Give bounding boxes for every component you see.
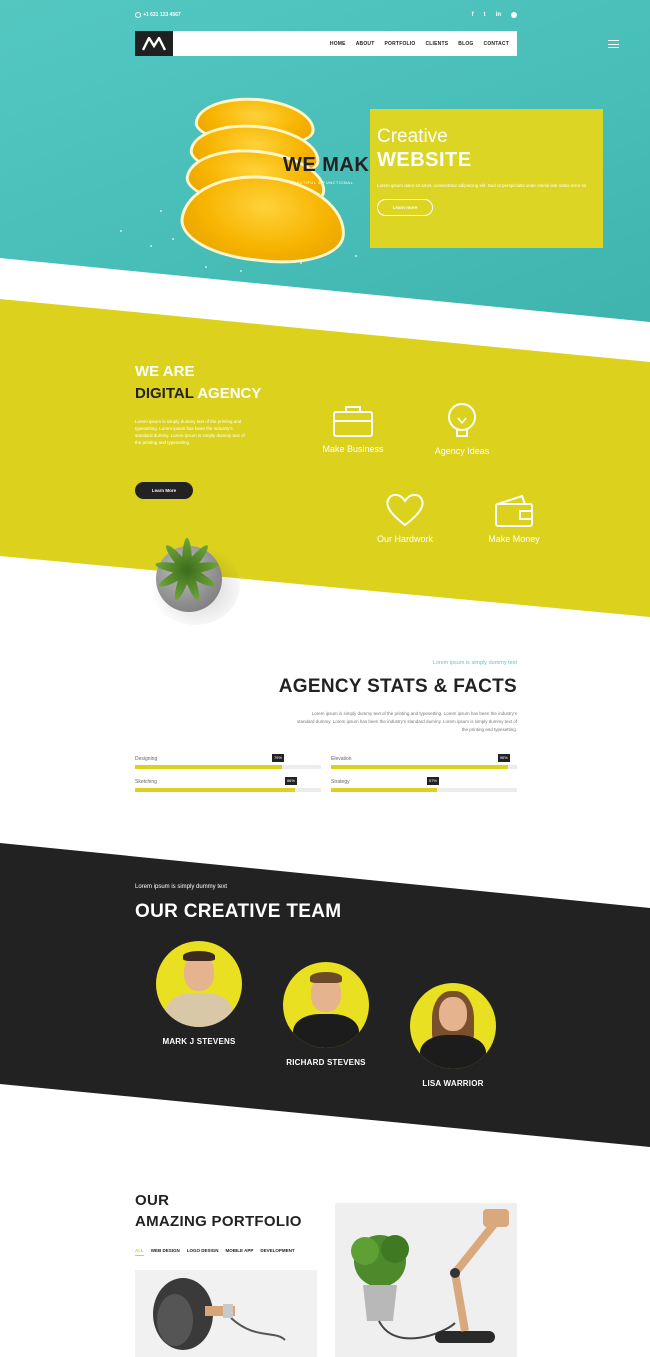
linkedin-icon[interactable]: in [496,12,501,18]
page: +1 631 123 4567 f t in HOME ABOUT PORTFO… [0,0,650,1357]
member-name: LISA WARRIOR [422,1079,484,1088]
nav-home[interactable]: HOME [330,41,346,47]
nav-menu: HOME ABOUT PORTFOLIO CLIENTS BLOG CONTAC… [330,41,517,47]
avatar [283,962,369,1048]
hero-website: WEBSITE [377,149,472,171]
feature-label: Make Money [488,534,540,544]
tab-all[interactable]: ALL [135,1248,144,1256]
progress-label: Strategy [331,779,350,785]
progress-fill [135,765,282,769]
nav-about[interactable]: ABOUT [356,41,375,47]
agency-background [0,299,650,617]
navbar: HOME ABOUT PORTFOLIO CLIENTS BLOG CONTAC… [135,31,517,56]
progress-track: 95% [331,754,517,769]
feature-agency-ideas: Agency Ideas [422,402,502,456]
member-name: MARK J STEVENS [162,1037,236,1046]
progress-track: 57% [331,777,517,792]
phone-icon [135,12,141,18]
nav-blog[interactable]: BLOG [458,41,473,47]
hero-we-make: WE MAKE [283,154,384,176]
social-links: f t in [472,12,517,18]
progress-label: Designing [135,756,158,762]
plant-lamp-image [351,1209,509,1343]
agency-heading-digital: DIGITAL [135,385,194,402]
progress-track: 79% [135,754,321,769]
lamp-image [153,1278,286,1350]
portfolio-item-plant[interactable] [335,1203,517,1357]
twitter-icon[interactable]: t [484,12,486,18]
facebook-icon[interactable]: f [472,12,474,18]
logo[interactable] [135,31,173,56]
agency-description: Lorem ipsum is simply dummy text of the … [135,419,245,445]
progress-value: 95% [497,754,510,762]
feature-make-money: Make Money [474,494,554,544]
team-kicker: Lorem ipsum is simply dummy text [135,884,228,890]
progress-fill [135,788,295,792]
portfolio-item-lamp[interactable] [135,1270,317,1357]
hero-learn-more-button[interactable]: Learn more [377,199,433,216]
feature-make-business: Make Business [313,404,393,454]
progress-value: 79% [271,754,284,762]
portfolio-heading-line1: OUR [135,1192,170,1209]
lightbulb-icon [448,403,476,437]
hero-creative: Creative [377,126,448,147]
tab-development[interactable]: DEVELOPMENT [260,1248,294,1256]
feature-label: Our Hardwork [376,534,433,544]
dribbble-icon[interactable] [511,12,517,18]
tab-logo-design[interactable]: LOGO DESIGN [187,1248,219,1256]
portfolio-filter-tabs: ALL WEB DESIGN LOGO DESIGN MOBILE APP DE… [135,1248,295,1256]
tab-web-design[interactable]: WEB DESIGN [151,1248,180,1256]
portfolio-heading: OUR AMAZING PORTFOLIO [135,1190,302,1232]
progress-value: 57% [427,777,440,785]
agency-heading: WE ARE DIGITAL AGENCY [135,361,261,405]
topbar: +1 631 123 4567 f t in [135,9,517,21]
progress-bar-strategy: Strategy 57% [331,777,517,792]
briefcase-icon [333,406,373,437]
feature-label: Agency Ideas [434,446,490,456]
progress-bar-elevation: Elevation 95% [331,754,517,769]
wallet-icon [495,494,533,527]
team-member-mark[interactable]: MARK J STEVENS [144,941,254,1046]
agency-learn-more-button[interactable]: Learn More [135,482,193,499]
stats-kicker: Lorem ipsum is simply dummy text [432,660,517,666]
nav-contact[interactable]: CONTACT [484,41,509,47]
progress-fill [331,765,508,769]
stats-title: AGENCY STATS & FACTS [278,676,517,697]
hero-we-make-sub: BEAUTIFUL & FUNCTIONAL [290,180,354,185]
avatar [410,983,496,1069]
progress-label: Elevation [331,756,352,762]
heart-icon [386,493,424,527]
logo-icon [142,36,166,51]
member-name: RICHARD STEVENS [286,1058,366,1067]
progress-bar-sketching: Sketching 86% [135,777,321,792]
feature-our-hardwork: Our Hardwork [365,492,445,544]
hero-callout: Creative WEBSITE Lorem ipsum dolor sit a… [370,109,603,248]
progress-value: 86% [284,777,297,785]
nav-portfolio[interactable]: PORTFOLIO [385,41,416,47]
progress-track: 86% [135,777,321,792]
nav-clients[interactable]: CLIENTS [425,41,448,47]
phone-info: +1 631 123 4567 [135,12,181,18]
team-member-lisa[interactable]: LISA WARRIOR [398,983,508,1088]
hamburger-menu-icon[interactable] [608,40,619,48]
agency-heading-line1: WE ARE [135,363,195,380]
avatar [156,941,242,1027]
feature-label: Make Business [322,444,384,454]
portfolio-heading-line2: AMAZING PORTFOLIO [135,1213,302,1230]
progress-fill [331,788,438,792]
team-member-richard[interactable]: RICHARD STEVENS [271,962,381,1067]
hero-description: Lorem ipsum dolor sit amet, consectetur … [377,183,587,188]
phone-number: +1 631 123 4567 [143,12,181,18]
team-title: OUR CREATIVE TEAM [135,901,342,922]
agency-heading-agency: AGENCY [193,385,262,402]
progress-bar-designing: Designing 79% [135,754,321,769]
stats-description: Lorem ipsum is simply dummy text of the … [296,711,517,732]
tab-mobile-app[interactable]: MOBILE APP [226,1248,254,1256]
